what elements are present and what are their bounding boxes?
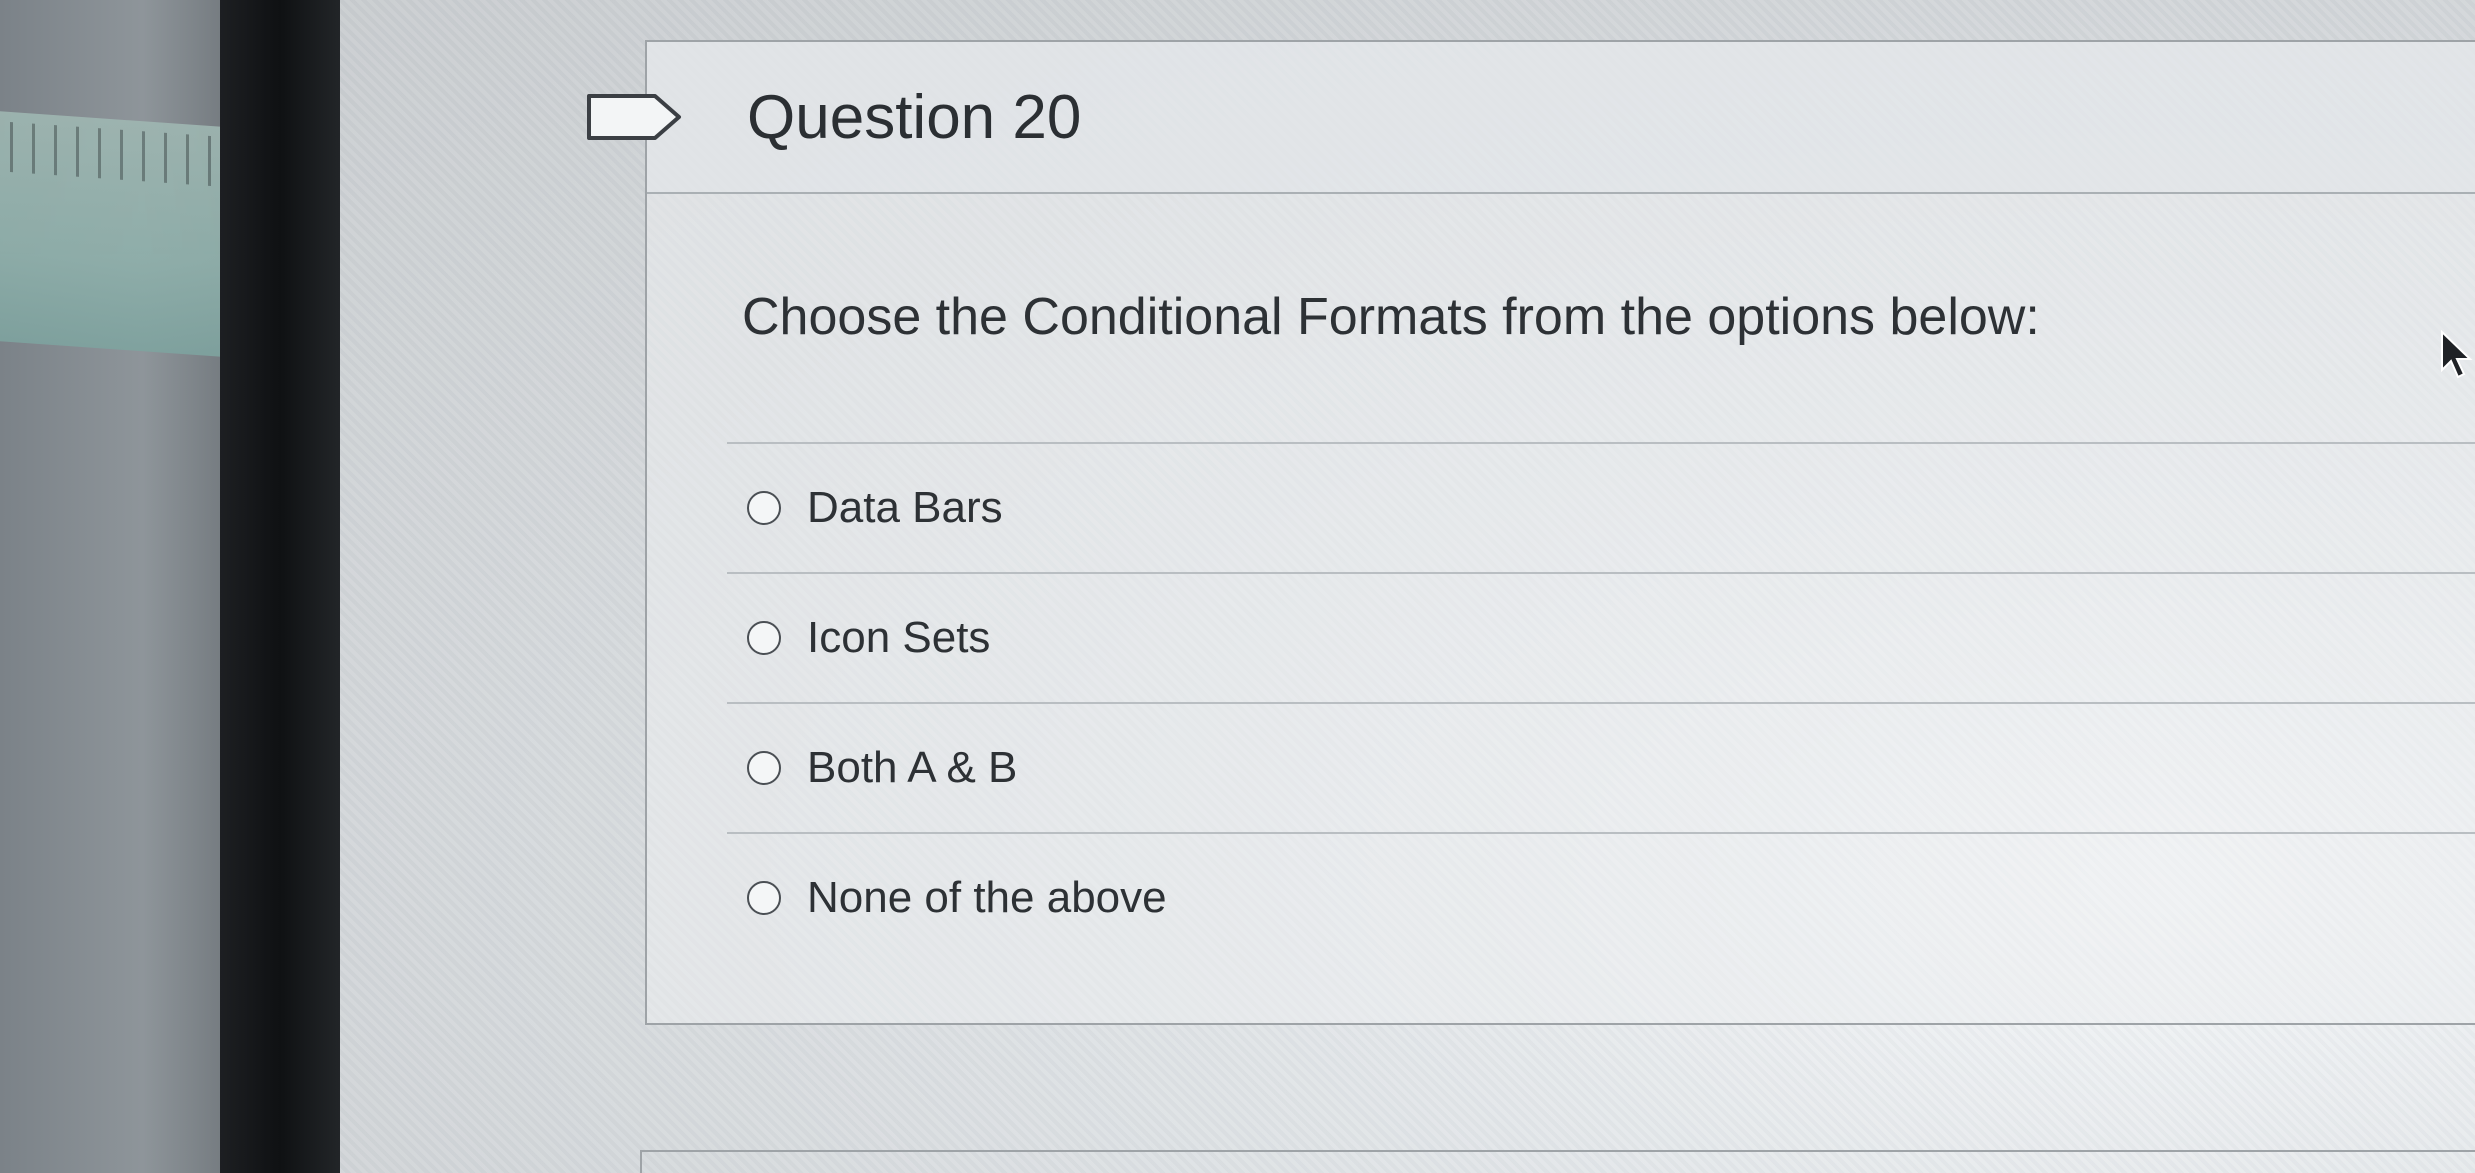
answer-option-both[interactable]: Both A & B: [727, 702, 2475, 832]
question-header: Question 20: [647, 42, 2475, 194]
answer-option-label: Data Bars: [807, 483, 1003, 532]
monitor-bezel: [220, 0, 340, 1173]
answer-option-label: Both A & B: [807, 743, 1018, 792]
question-text: Choose the Conditional Formats from the …: [742, 288, 2040, 346]
flag-question-icon[interactable]: [585, 92, 685, 142]
radio-unselected-icon[interactable]: [747, 751, 781, 785]
radio-unselected-icon[interactable]: [747, 621, 781, 655]
answer-option-data-bars[interactable]: Data Bars: [727, 442, 2475, 572]
answer-option-none[interactable]: None of the above: [727, 832, 2475, 962]
radio-unselected-icon[interactable]: [747, 881, 781, 915]
question-card: Question 20 Choose the Conditional Forma…: [645, 40, 2475, 1025]
answer-option-label: Icon Sets: [807, 613, 991, 662]
radio-unselected-icon[interactable]: [747, 491, 781, 525]
background-ruler: [0, 111, 250, 359]
answer-option-icon-sets[interactable]: Icon Sets: [727, 572, 2475, 702]
question-title: Question 20: [747, 83, 1082, 152]
mouse-pointer-icon: [2441, 330, 2473, 379]
answer-options: Data Bars Icon Sets Both A & B None of t…: [727, 442, 2475, 962]
ruler-ticks: [10, 121, 230, 188]
answer-option-label: None of the above: [807, 873, 1167, 922]
next-question-card-edge: [640, 1150, 2475, 1173]
